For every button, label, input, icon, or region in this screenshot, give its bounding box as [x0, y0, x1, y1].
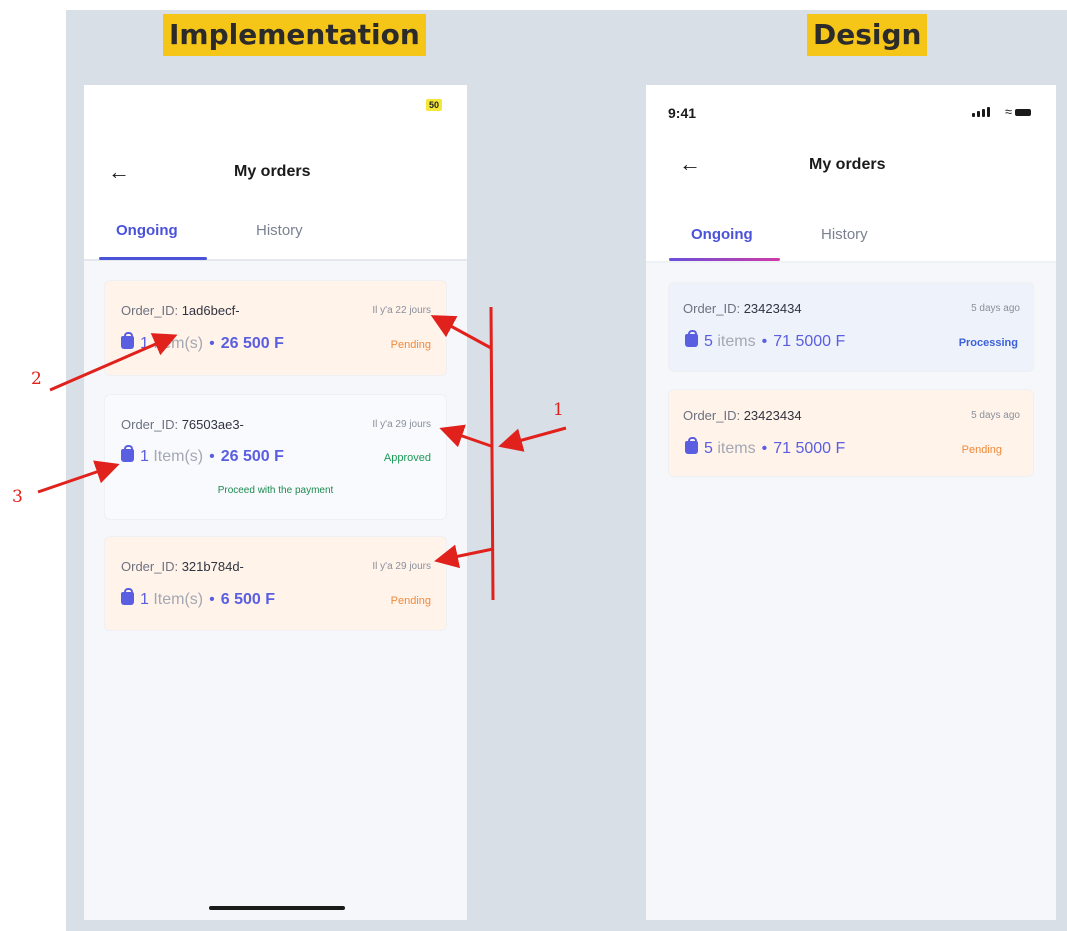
annotation-overlay: [37, 306, 567, 601]
annotation-arrows: [37, 306, 567, 601]
arrow-to-item-unit: [49, 333, 178, 392]
annotation-label-3: 3: [12, 487, 23, 507]
annotation-label-2: 2: [31, 369, 42, 389]
annotation-bracket-line: [489, 306, 495, 601]
arrow-to-date-3: [434, 544, 494, 569]
arrow-to-date-2: [439, 424, 492, 448]
annotation-label-1: 1: [553, 400, 564, 420]
arrow-to-date-1: [430, 315, 492, 350]
arrow-to-bag-icon: [37, 460, 120, 494]
arrow-from-label-1: [498, 426, 567, 452]
